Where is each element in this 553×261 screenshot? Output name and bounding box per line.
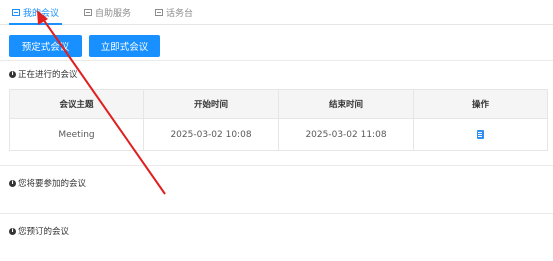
calendar-icon (155, 8, 163, 16)
instant-meeting-button[interactable]: 立即式会议 (89, 35, 160, 57)
column-header-end-time: 结束时间 (279, 90, 414, 118)
schedule-meeting-button[interactable]: 预定式会议 (9, 35, 82, 57)
section-title-booked: i 您预订的会议 (9, 225, 69, 237)
cell-end-time: 2025-03-02 11:08 (279, 119, 414, 150)
column-header-subject: 会议主题 (10, 90, 144, 118)
ongoing-meetings-table: 会议主题 开始时间 结束时间 操作 Meeting 2025-03-02 10:… (9, 89, 548, 151)
table-row: Meeting 2025-03-02 10:08 2025-03-02 11:0… (10, 119, 547, 150)
document-icon[interactable] (477, 130, 484, 139)
info-icon: i (9, 179, 16, 187)
tab-label: 自助服务 (95, 8, 132, 19)
table-header-row: 会议主题 开始时间 结束时间 操作 (10, 90, 547, 119)
calendar-icon (84, 8, 92, 16)
top-tab-bar: 我的会议 自助服务 话务台 (0, 0, 553, 25)
section-title-text: 正在进行的会议 (18, 70, 78, 80)
section-title-ongoing: i 正在进行的会议 (9, 68, 78, 80)
tab-operator-console[interactable]: 话务台 (155, 0, 193, 24)
cell-actions (414, 119, 547, 150)
section-title-text: 您预订的会议 (18, 227, 70, 237)
section-title-upcoming: i 您将要参加的会议 (9, 177, 86, 189)
tab-my-meetings[interactable]: 我的会议 (8, 0, 63, 25)
calendar-icon (12, 8, 20, 16)
tab-label: 话务台 (166, 8, 194, 19)
divider (0, 213, 553, 214)
cell-start-time: 2025-03-02 10:08 (144, 119, 279, 150)
cell-subject: Meeting (10, 119, 144, 150)
column-header-actions: 操作 (471, 100, 489, 110)
column-header-start-time: 开始时间 (144, 90, 279, 118)
divider (0, 165, 553, 166)
tab-label: 我的会议 (23, 8, 60, 19)
tab-self-service[interactable]: 自助服务 (84, 0, 131, 24)
section-title-text: 您将要参加的会议 (18, 179, 87, 189)
info-icon: i (9, 227, 16, 235)
info-icon: i (9, 70, 16, 78)
divider (0, 60, 553, 61)
